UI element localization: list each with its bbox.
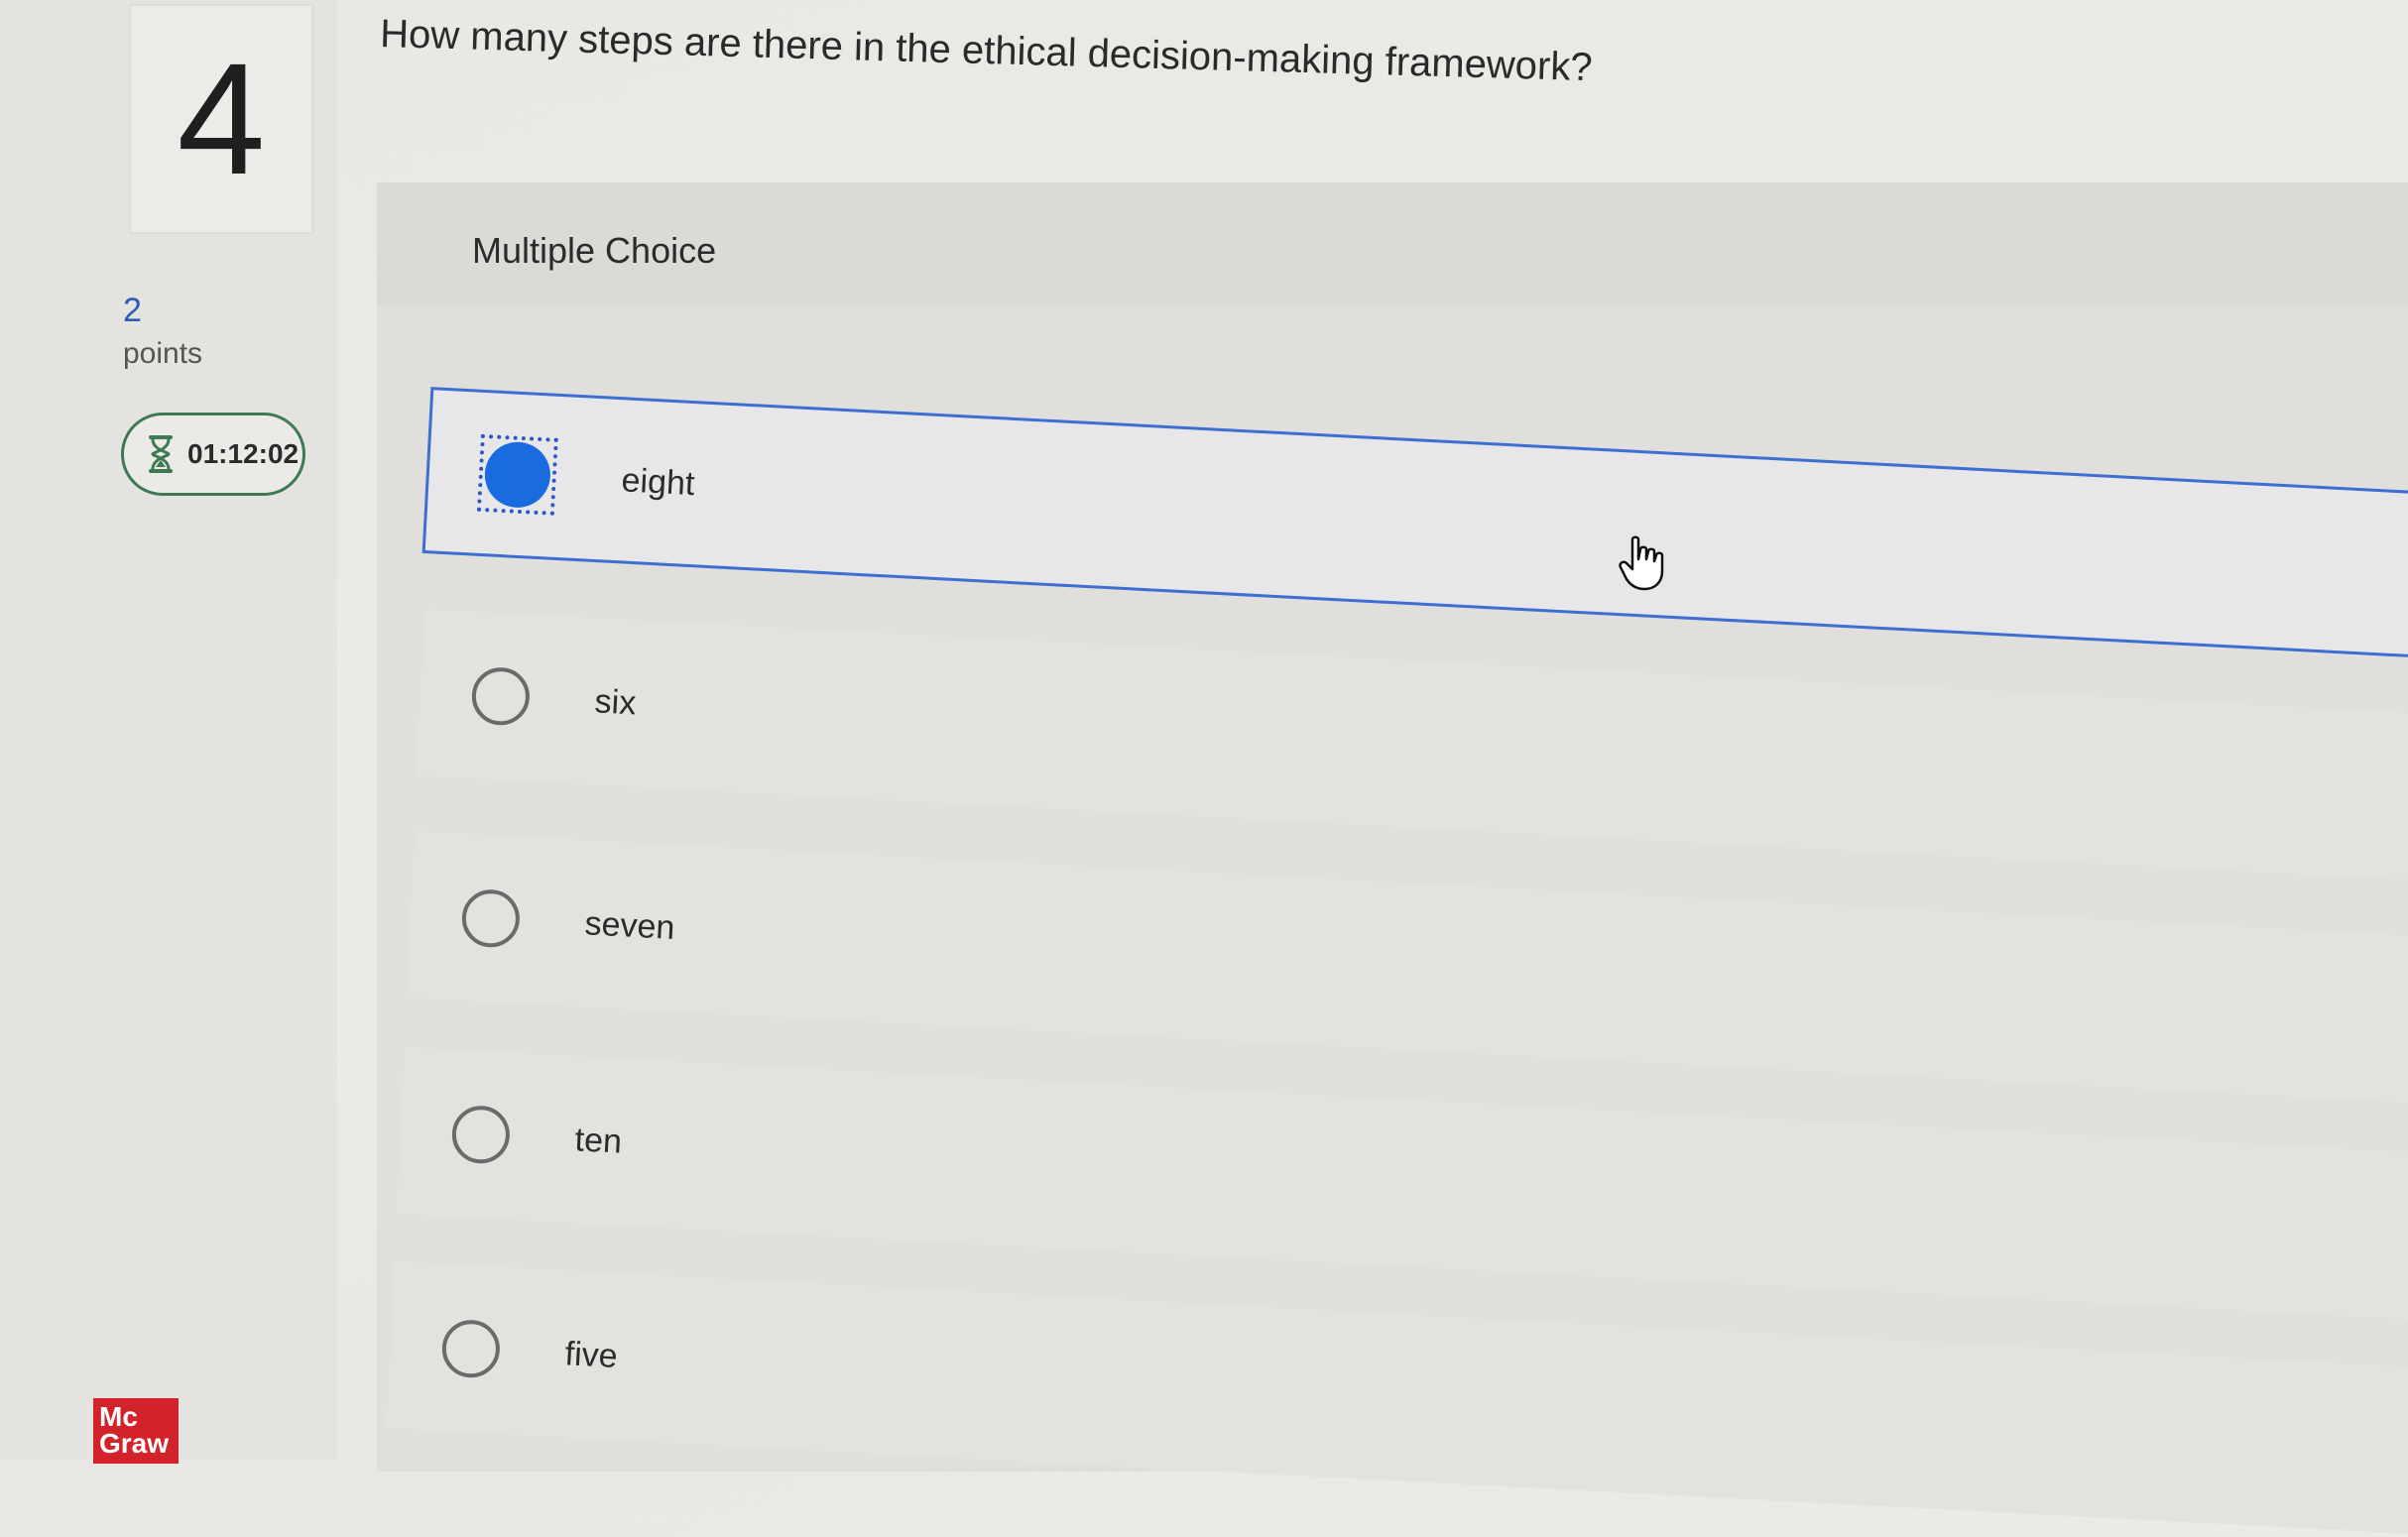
radio-selected[interactable] <box>483 440 552 510</box>
option-label: six <box>593 681 638 722</box>
radio-focus-ring[interactable] <box>476 433 558 516</box>
question-text: How many steps are there in the ethical … <box>379 11 1594 90</box>
radio-button[interactable] <box>460 887 522 949</box>
timer-badge: 01:12:02 <box>121 413 305 496</box>
option-label: ten <box>573 1120 623 1161</box>
question-number: 4 <box>177 30 266 207</box>
option-label: eight <box>620 460 696 503</box>
radio-button[interactable] <box>440 1318 502 1379</box>
points-label: points <box>123 337 203 370</box>
timer-text: 01:12:02 <box>187 438 300 469</box>
points-value: 2 <box>123 292 142 329</box>
mcgraw-hill-logo: Mc Graw <box>93 1398 179 1464</box>
question-number-box: 4 <box>129 4 313 234</box>
option-label: seven <box>583 903 676 947</box>
option-label: five <box>563 1334 619 1375</box>
hourglass-icon <box>146 434 176 474</box>
question-type-label: Multiple Choice <box>472 230 717 271</box>
hand-pointer-icon <box>1619 535 1664 591</box>
radio-button[interactable] <box>470 665 532 727</box>
radio-button[interactable] <box>450 1104 512 1165</box>
